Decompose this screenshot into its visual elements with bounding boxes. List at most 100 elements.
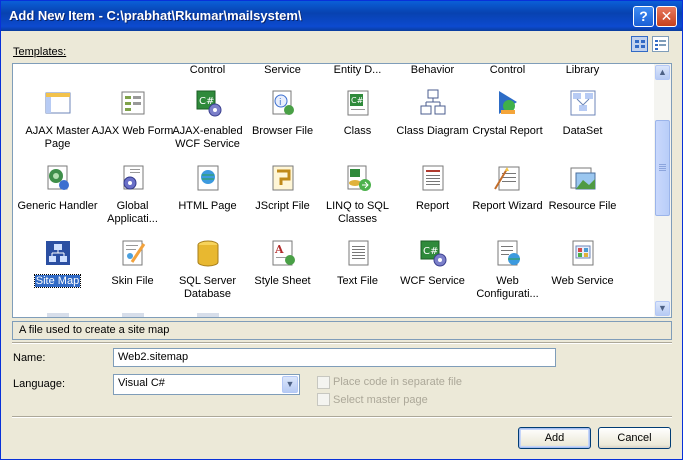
template-item[interactable]: Global Applicati...	[95, 163, 170, 231]
template-item[interactable]: Crystal Report	[470, 88, 545, 156]
master-page-icon	[43, 88, 73, 118]
svg-text:A: A	[274, 243, 284, 256]
template-item-label: AJAX-enabled WCF Service	[172, 125, 243, 150]
template-item-partial[interactable]: Entity D...	[320, 64, 395, 76]
template-item[interactable]: C# Class	[320, 88, 395, 156]
class-diagram-icon	[418, 88, 448, 118]
template-item-label: WCF Service	[400, 275, 465, 287]
svg-text:C#: C#	[351, 96, 364, 105]
template-item-partial[interactable]: Service	[245, 64, 320, 76]
svg-text:i: i	[279, 98, 282, 108]
templates-list[interactable]: Control Service Entity D... Behavior Control…	[12, 63, 672, 318]
template-item[interactable]: Web Configurati...	[470, 238, 545, 306]
template-item-partial-icon	[197, 313, 219, 317]
template-item[interactable]: AJAX Master Page	[20, 88, 95, 156]
name-label: Name:	[13, 352, 45, 364]
templates-scrollbar[interactable]: ▲ ▼	[654, 64, 671, 317]
template-item[interactable]: Class Diagram	[395, 88, 470, 156]
name-field[interactable]: Web2.sitemap	[113, 348, 556, 367]
add-button[interactable]: Add	[518, 427, 591, 449]
template-item[interactable]: Text File	[320, 238, 395, 306]
report-wizard-icon	[493, 163, 523, 193]
crystal-report-icon	[493, 88, 523, 118]
scroll-thumb[interactable]	[655, 120, 670, 216]
chevron-down-icon[interactable]: ▼	[282, 376, 298, 393]
template-item-label: SQL Server Database	[178, 275, 237, 300]
style-sheet-icon: A	[268, 238, 298, 268]
template-item[interactable]: i Browser File	[245, 88, 320, 156]
template-item[interactable]: AJAX Web Form	[92, 88, 173, 156]
template-item-label: AJAX Master Page	[25, 125, 90, 150]
html-page-icon	[193, 163, 223, 193]
template-item-label: Class Diagram	[396, 125, 469, 137]
template-item[interactable]: DataSet	[545, 88, 620, 156]
template-item-label: DataSet	[562, 125, 603, 137]
dataset-icon	[568, 88, 598, 118]
template-item-label: Browser File	[251, 125, 314, 137]
template-item-label: Style Sheet	[254, 275, 311, 287]
select-master-checkbox[interactable]	[317, 393, 330, 406]
jscript-file-icon	[268, 163, 298, 193]
template-item[interactable]: A Style Sheet	[245, 238, 320, 306]
template-item-partial-icon	[122, 313, 144, 317]
templates-label: Templates:	[13, 46, 66, 58]
template-item[interactable]: SQL Server Database	[170, 238, 245, 306]
title-bar[interactable]: Add New Item - C:\prabhat\Rkumar\mailsys…	[1, 1, 682, 31]
cancel-button[interactable]: Cancel	[598, 427, 671, 449]
list-view-icon	[655, 40, 666, 50]
web-config-icon	[493, 238, 523, 268]
template-item-label: Report Wizard	[472, 200, 543, 212]
template-item-partial-icon	[47, 313, 69, 317]
language-select[interactable]: Visual C# ▼	[113, 374, 300, 395]
template-item[interactable]: HTML Page	[170, 163, 245, 231]
template-item-partial[interactable]: Library	[545, 64, 620, 76]
template-item[interactable]: C# WCF Service	[395, 238, 470, 306]
small-icons-view-button[interactable]	[652, 36, 669, 52]
template-item-label: Generic Handler	[17, 200, 98, 212]
template-item-label: Site Map	[33, 274, 82, 288]
template-item-label: Report	[415, 200, 450, 212]
language-label-text: Language:	[13, 378, 65, 390]
template-item[interactable]: JScript File	[245, 163, 320, 231]
template-item[interactable]: Site Map	[20, 238, 95, 306]
large-icons-view-button[interactable]	[631, 36, 648, 52]
csharp-gear-icon: C#	[193, 88, 223, 118]
language-label: Language:	[13, 378, 65, 390]
template-item-partial[interactable]: Control	[470, 64, 545, 76]
language-value: Visual C#	[118, 377, 165, 389]
template-item-label: Web Configurati...	[476, 275, 539, 300]
templates-label-text: Templates:	[13, 46, 67, 58]
template-item[interactable]: Report	[395, 163, 470, 231]
template-item[interactable]: LINQ to SQL Classes	[320, 163, 395, 231]
scroll-down-button[interactable]: ▼	[655, 301, 670, 316]
template-item-label: LINQ to SQL Classes	[326, 200, 389, 225]
template-item[interactable]: Generic Handler	[17, 163, 98, 231]
large-icons-icon	[635, 40, 645, 48]
web-service-icon	[568, 238, 598, 268]
close-button[interactable]: ✕	[656, 6, 677, 27]
window-title: Add New Item - C:\prabhat\Rkumar\mailsys…	[9, 8, 302, 23]
template-item-label: Crystal Report	[472, 125, 543, 137]
global-app-icon	[118, 163, 148, 193]
wcf-service-icon: C#	[418, 238, 448, 268]
template-item-label: JScript File	[255, 200, 310, 212]
template-item-partial[interactable]: Control	[170, 64, 245, 76]
template-item[interactable]: Web Service	[545, 238, 620, 306]
template-description: A file used to create a site map	[12, 321, 672, 340]
skin-file-icon	[118, 238, 148, 268]
template-item[interactable]: Resource File	[545, 163, 620, 231]
separator	[12, 342, 672, 344]
report-icon	[418, 163, 448, 193]
bottom-separator	[12, 416, 672, 418]
template-item-partial[interactable]: Behavior	[395, 64, 470, 76]
scroll-up-button[interactable]: ▲	[655, 65, 670, 80]
template-item-label: Skin File	[111, 275, 154, 287]
template-item[interactable]: Report Wizard	[470, 163, 545, 231]
template-item[interactable]: C# AJAX-enabled WCF Service	[170, 88, 245, 156]
place-code-checkbox[interactable]	[317, 376, 330, 389]
template-item[interactable]: Skin File	[95, 238, 170, 306]
text-file-icon	[343, 238, 373, 268]
help-button[interactable]: ?	[633, 6, 654, 27]
site-map-icon	[43, 238, 73, 268]
place-code-label: Place code in separate file	[333, 376, 463, 388]
